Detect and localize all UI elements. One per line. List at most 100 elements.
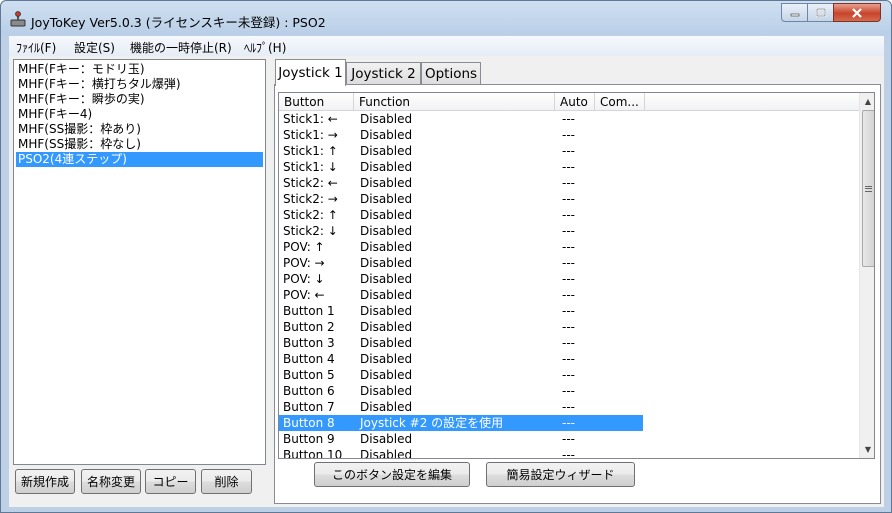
tab-options[interactable]: Options	[421, 62, 481, 85]
cell-button: Button 9	[283, 432, 335, 446]
cell-auto: ---	[562, 288, 575, 302]
cell-auto: ---	[562, 160, 575, 174]
profile-item[interactable]: MHF(Fキー：瞬歩の実)	[16, 92, 263, 107]
edit-button-settings-button[interactable]: このボタン設定を編集	[314, 462, 470, 487]
cell-button: POV: →	[283, 256, 325, 270]
vertical-scrollbar[interactable]: ▲ ▼	[859, 93, 874, 458]
cell-auto: ---	[562, 272, 575, 286]
column-header-button[interactable]: Button	[279, 93, 354, 111]
cell-function: Joystick #2 の設定を使用	[360, 416, 504, 430]
window-title: JoyToKey Ver5.0.3 (ライセンスキー未登録) : PSO2	[31, 15, 326, 30]
new-profile-button[interactable]: 新規作成	[15, 469, 75, 494]
app-window: JoyToKey Ver5.0.3 (ライセンスキー未登録) : PSO2 ﾌｧ…	[0, 0, 892, 513]
cell-function: Disabled	[360, 240, 413, 254]
minimize-icon	[790, 13, 799, 16]
cell-button: Stick2: →	[283, 192, 338, 206]
cell-button: Button 2	[283, 320, 335, 334]
cell-button: POV: ←	[283, 288, 325, 302]
table-row[interactable]: Button 6 Disabled ---	[279, 383, 859, 399]
profile-item[interactable]: MHF(SS撮影：枠なし)	[16, 137, 263, 152]
joystick-1-page: Button Function Auto Com... Stick1: ← Dis…	[274, 84, 881, 504]
panel-splitter[interactable]	[268, 56, 272, 507]
cell-auto: ---	[562, 192, 575, 206]
table-row[interactable]: POV: ↓ Disabled ---	[279, 271, 859, 287]
table-row[interactable]: Stick2: ↓ Disabled ---	[279, 223, 859, 239]
cell-function: Disabled	[360, 288, 413, 302]
cell-button: Button 6	[283, 384, 335, 398]
column-header-function[interactable]: Function	[354, 93, 555, 111]
cell-auto: ---	[562, 400, 575, 414]
cell-auto: ---	[562, 368, 575, 382]
table-row[interactable]: POV: ← Disabled ---	[279, 287, 859, 303]
cell-function: Disabled	[360, 256, 413, 270]
delete-profile-button[interactable]: 削除	[201, 469, 252, 494]
close-button[interactable]	[833, 3, 881, 22]
table-row[interactable]: Stick1: ↓ Disabled ---	[279, 159, 859, 175]
table-row[interactable]: Stick1: → Disabled ---	[279, 127, 859, 143]
profile-list[interactable]: MHF(Fキー：モドリ玉) MHF(Fキー：横打ちタル爆弾) MHF(Fキー：瞬…	[13, 59, 266, 465]
rename-profile-button[interactable]: 名称変更	[81, 469, 141, 494]
table-row[interactable]: Button 1 Disabled ---	[279, 303, 859, 319]
scroll-thumb[interactable]	[862, 110, 874, 267]
minimize-button[interactable]	[781, 3, 808, 22]
cell-button: POV: ↓	[283, 272, 325, 286]
cell-function: Disabled	[360, 448, 413, 459]
button-assignment-list[interactable]: Button Function Auto Com... Stick1: ← Dis…	[278, 92, 875, 459]
table-row[interactable]: Button 3 Disabled ---	[279, 335, 859, 351]
menu-settings[interactable]: 設定(S)	[74, 39, 115, 56]
table-row[interactable]: Button 7 Disabled ---	[279, 399, 859, 415]
cell-function: Disabled	[360, 304, 413, 318]
cell-function: Disabled	[360, 400, 413, 414]
table-row-selected[interactable]: Button 8 Joystick #2 の設定を使用 ---	[279, 415, 859, 431]
cell-function: Disabled	[360, 160, 413, 174]
maximize-button[interactable]	[807, 3, 834, 22]
table-row[interactable]: Button 2 Disabled ---	[279, 319, 859, 335]
cell-auto: ---	[562, 304, 575, 318]
cell-button: POV: ↑	[283, 240, 325, 254]
column-header-auto[interactable]: Auto	[555, 93, 595, 111]
tab-joystick-2[interactable]: Joystick 2	[346, 62, 421, 85]
table-row[interactable]: Button 9 Disabled ---	[279, 431, 859, 447]
title-bar[interactable]: JoyToKey Ver5.0.3 (ライセンスキー未登録) : PSO2	[1, 1, 891, 35]
profile-item-selected[interactable]: PSO2(4連ステップ)	[16, 152, 263, 167]
joystick-icon	[10, 11, 26, 27]
profile-item[interactable]: MHF(Fキー：モドリ玉)	[16, 62, 263, 77]
table-row[interactable]: Button 10 Disabled ---	[279, 447, 859, 459]
cell-auto: ---	[562, 176, 575, 190]
cell-button: Button 5	[283, 368, 335, 382]
profile-item[interactable]: MHF(SS撮影：枠あり)	[16, 122, 263, 137]
cell-auto: ---	[562, 416, 575, 430]
copy-profile-button[interactable]: コピー	[145, 469, 196, 494]
cell-auto: ---	[562, 432, 575, 446]
cell-auto: ---	[562, 144, 575, 158]
setup-wizard-button[interactable]: 簡易設定ウィザード	[486, 462, 635, 487]
close-icon	[852, 7, 862, 18]
menu-pause[interactable]: 機能の一時停止(R)	[130, 39, 232, 56]
cell-auto: ---	[562, 320, 575, 334]
table-row[interactable]: Stick1: ← Disabled ---	[279, 111, 859, 127]
cell-button: Stick1: ↑	[283, 144, 338, 158]
cell-button: Stick1: ←	[283, 112, 338, 126]
scroll-down-arrow[interactable]: ▼	[860, 441, 874, 458]
cell-function: Disabled	[360, 320, 413, 334]
tab-joystick-1[interactable]: Joystick 1	[275, 59, 346, 86]
cell-button: Button 3	[283, 336, 335, 350]
menu-file[interactable]: ﾌｧｲﾙ(F)	[16, 39, 56, 56]
profile-item[interactable]: MHF(Fキー：横打ちタル爆弾)	[16, 77, 263, 92]
table-row[interactable]: Button 5 Disabled ---	[279, 367, 859, 383]
table-row[interactable]: Button 4 Disabled ---	[279, 351, 859, 367]
client-area: MHF(Fキー：モドリ玉) MHF(Fキー：横打ちタル爆弾) MHF(Fキー：瞬…	[9, 56, 884, 507]
cell-function: Disabled	[360, 432, 413, 446]
table-row[interactable]: Stick1: ↑ Disabled ---	[279, 143, 859, 159]
cell-button: Button 1	[283, 304, 335, 318]
scroll-up-arrow[interactable]: ▲	[860, 93, 874, 110]
table-row[interactable]: Stick2: → Disabled ---	[279, 191, 859, 207]
column-header-comment[interactable]: Com...	[595, 93, 645, 111]
cell-button: Button 8	[283, 416, 335, 430]
table-row[interactable]: POV: ↑ Disabled ---	[279, 239, 859, 255]
menu-help[interactable]: ﾍﾙﾌﾟ(H)	[244, 39, 286, 56]
table-row[interactable]: Stick2: ← Disabled ---	[279, 175, 859, 191]
table-row[interactable]: POV: → Disabled ---	[279, 255, 859, 271]
profile-item[interactable]: MHF(Fキー4)	[16, 107, 263, 122]
table-row[interactable]: Stick2: ↑ Disabled ---	[279, 207, 859, 223]
